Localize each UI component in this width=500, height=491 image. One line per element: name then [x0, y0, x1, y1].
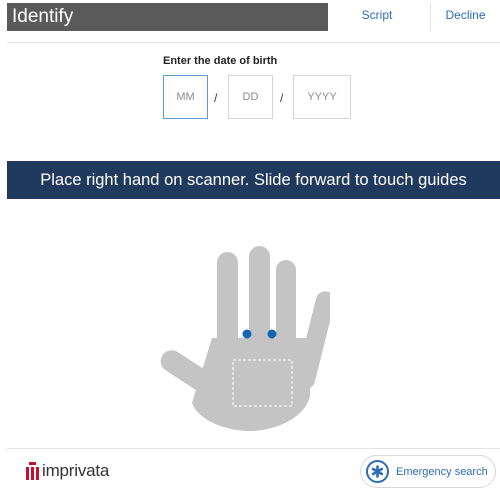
emergency-search-label: Emergency search	[396, 465, 488, 478]
dob-separator: /	[280, 91, 284, 105]
script-button[interactable]: Script	[329, 3, 425, 31]
hand-shape	[160, 246, 330, 431]
brand-logo: imprivata	[26, 460, 109, 482]
emergency-search-button[interactable]: Emergency search	[360, 455, 496, 488]
page-title: Identify	[7, 3, 328, 31]
asterisk-medical-icon	[366, 460, 389, 483]
dob-day-input[interactable]	[228, 75, 273, 119]
brand-name: imprivata	[42, 461, 110, 480]
dob-label: Enter the date of birth	[163, 55, 278, 67]
touch-guide-dot-left	[242, 329, 252, 339]
dob-month-input[interactable]	[163, 75, 208, 119]
imprivata-logo-icon	[26, 462, 39, 480]
hand-icon	[160, 246, 330, 431]
instruction-banner: Place right hand on scanner. Slide forwa…	[7, 161, 500, 199]
touch-guide-dot-right	[267, 329, 277, 339]
footer-divider	[7, 448, 500, 449]
decline-button[interactable]: Decline	[430, 3, 500, 31]
header-divider	[7, 42, 500, 43]
dob-year-input[interactable]	[293, 75, 351, 119]
dob-separator: /	[214, 91, 218, 105]
